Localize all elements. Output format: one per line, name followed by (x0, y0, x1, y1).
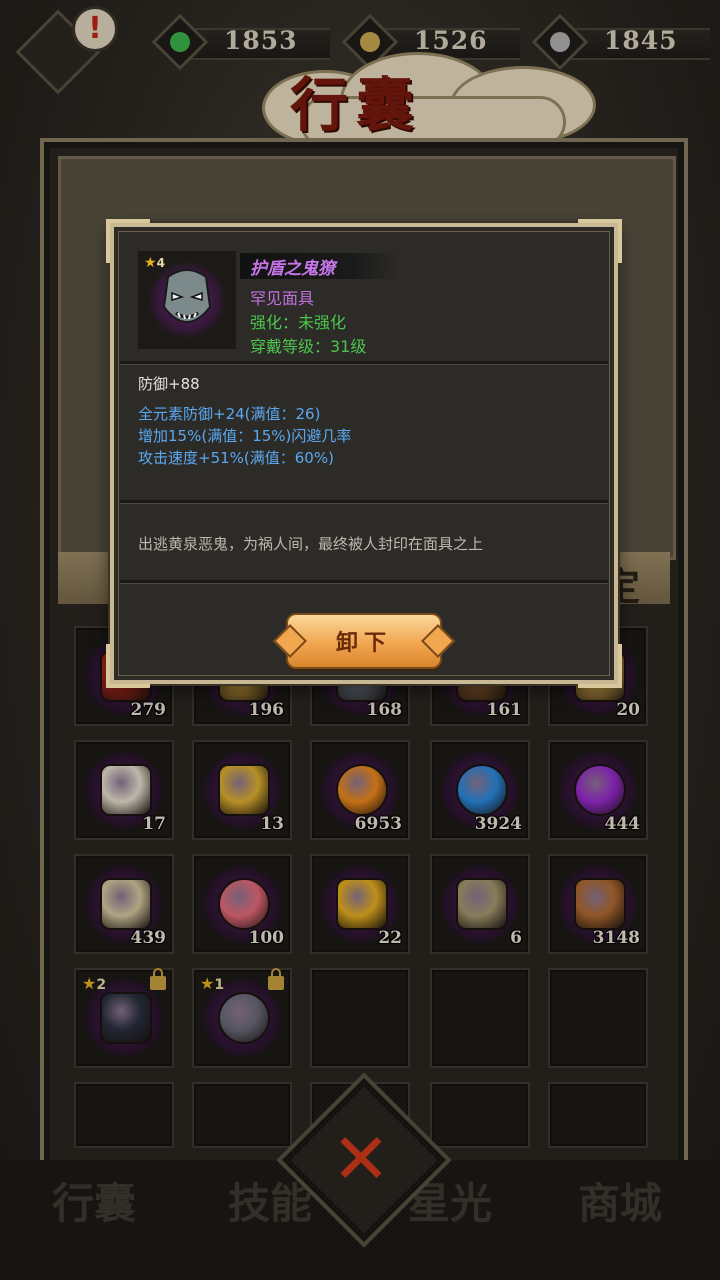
item-detail-popup: ★4 护盾之鬼獠 罕见面具 强化：未强化 穿戴等级：31级 防御+88 全元素防… (106, 219, 622, 688)
unequip-button[interactable]: 卸下 (286, 613, 442, 669)
item-equip-level: 穿戴等级：31级 (250, 337, 367, 356)
item-name: 护盾之鬼獠 (250, 259, 335, 279)
corner-ornament-icon (578, 219, 622, 263)
divider (120, 361, 608, 365)
divider (120, 500, 608, 504)
item-icon-box: ★4 (138, 251, 236, 349)
corner-ornament-icon (578, 644, 622, 688)
demon-mask-icon (162, 269, 212, 323)
sub-stat: 全元素防御+24(满值：26) (138, 405, 321, 423)
base-stat: 防御+88 (138, 375, 200, 393)
item-rarity: 罕见面具 (250, 289, 315, 308)
corner-ornament-icon (106, 644, 150, 688)
item-description: 出逃黄泉恶鬼，为祸人间，最终被人封印在面具之上 (138, 535, 484, 553)
item-enhance: 强化：未强化 (250, 313, 347, 332)
sub-stat: 攻击速度+51%(满值：60%) (138, 449, 334, 467)
divider (120, 580, 608, 584)
sub-stat: 增加15%(满值：15%)闪避几率 (138, 427, 352, 445)
unequip-label: 卸下 (335, 630, 392, 656)
star-count: 4 (156, 256, 165, 270)
star-icon: ★ (144, 255, 157, 271)
star-rating: ★4 (144, 255, 165, 271)
